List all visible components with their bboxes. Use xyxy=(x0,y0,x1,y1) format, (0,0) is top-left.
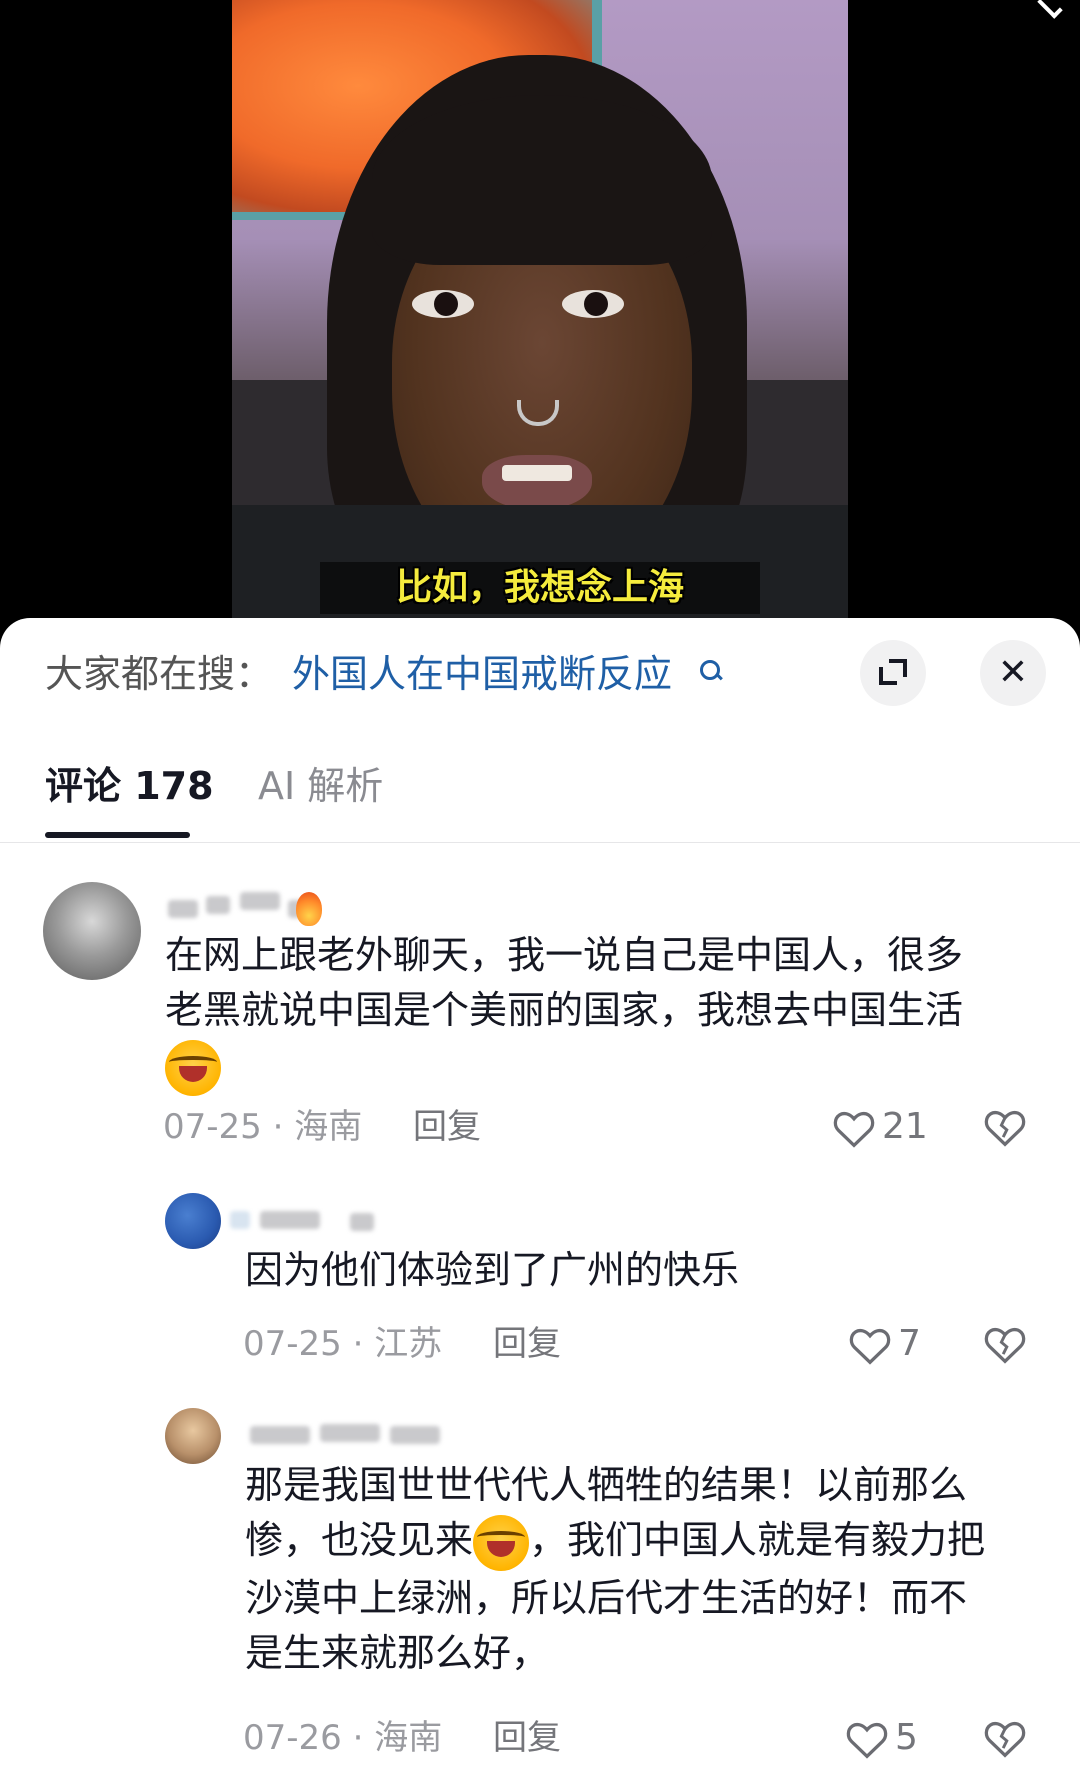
like-count: 21 xyxy=(882,1106,928,1147)
video-subtitle: 比如，我想念上海 xyxy=(395,567,684,608)
expand-icon xyxy=(879,659,907,687)
meta-separator: · xyxy=(272,1107,295,1147)
fire-icon xyxy=(296,892,322,926)
reply-button[interactable]: 回复 xyxy=(493,1324,561,1364)
comment-tabs: 评论 178 AI 解析 xyxy=(0,748,1080,843)
comment-text: 因为他们体验到了广州的快乐 xyxy=(245,1243,1045,1298)
trending-search-prefix: 大家都在搜： xyxy=(45,652,274,696)
avatar[interactable] xyxy=(165,1408,221,1464)
like-button[interactable]: 5 xyxy=(845,1714,935,1762)
avatar[interactable] xyxy=(43,882,141,980)
comment-line: 老黑就说中国是个美丽的国家，我想去中国生活 xyxy=(165,988,964,1032)
comment-line: 那是我国世世代代人牺牲的结果！以前那么 xyxy=(245,1463,968,1507)
comments-panel: 大家都在搜： 外国人在中国戒断反应 ✕ 评论 178 AI 解析 在网上跟老外聊… xyxy=(0,618,1080,1785)
meta-separator: · xyxy=(352,1324,375,1364)
broken-heart-icon[interactable] xyxy=(983,1108,1027,1148)
like-button[interactable]: 21 xyxy=(832,1103,942,1151)
broken-heart-icon[interactable] xyxy=(983,1325,1027,1365)
reply-button[interactable]: 回复 xyxy=(493,1718,561,1758)
comment-line: 因为他们体验到了广州的快乐 xyxy=(245,1248,740,1292)
person-eye-left xyxy=(412,290,474,318)
comment-meta: 07-25 · 江苏 回复 xyxy=(243,1320,561,1368)
comment-date: 07-26 xyxy=(243,1718,342,1758)
comment-location: 江苏 xyxy=(374,1324,443,1364)
heart-outline-icon xyxy=(833,1111,875,1148)
comment-date: 07-25 xyxy=(163,1107,262,1147)
avatar[interactable] xyxy=(165,1193,221,1249)
person-bangs xyxy=(372,95,712,265)
tab-comments[interactable]: 评论 178 xyxy=(45,758,214,814)
comment-location: 海南 xyxy=(294,1107,363,1147)
trending-search-row: 大家都在搜： 外国人在中国戒断反应 ✕ xyxy=(0,618,1080,730)
person-eye-right xyxy=(562,290,624,318)
comment-location: 海南 xyxy=(374,1718,443,1758)
expand-button[interactable] xyxy=(860,640,926,706)
comment-line-emoji xyxy=(165,1038,1045,1096)
comment-line-part: ，我们中国人就是有毅力把 xyxy=(529,1518,986,1562)
close-icon: ✕ xyxy=(997,652,1029,693)
comment-item-reply: 那是我国世世代代人牺牲的结果！以前那么 惨，也没见来 ，我们中国人就是有毅力把 沙… xyxy=(0,1408,1080,1778)
search-icon[interactable] xyxy=(700,660,720,680)
comment-item: 在网上跟老外聊天，我一说自己是中国人，很多 老黑就说中国是个美丽的国家，我想去中… xyxy=(0,868,1080,1158)
meta-separator: · xyxy=(352,1718,375,1758)
comment-line: 是生来就那么好， xyxy=(245,1630,550,1675)
laughing-crying-emoji-icon xyxy=(165,1039,221,1096)
comment-line: 在网上跟老外聊天，我一说自己是中国人，很多 xyxy=(165,933,964,977)
laughing-crying-emoji-icon xyxy=(473,1514,530,1571)
like-count: 5 xyxy=(895,1717,918,1758)
username-blurred[interactable] xyxy=(230,1420,460,1450)
heart-outline-icon xyxy=(849,1328,891,1365)
active-tab-indicator xyxy=(45,832,190,838)
comment-line: 惨，也没见来 ，我们中国人就是有毅力把 xyxy=(245,1513,1065,1571)
comment-text: 在网上跟老外聊天，我一说自己是中国人，很多 老黑就说中国是个美丽的国家，我想去中… xyxy=(165,928,1045,1096)
video-player[interactable]: 比如，我想念上海 xyxy=(0,0,1080,630)
comment-date: 07-25 xyxy=(243,1324,342,1364)
comment-line-part: 惨，也没见来 xyxy=(245,1518,474,1562)
comment-item-reply: 因为他们体验到了广州的快乐 07-25 · 江苏 回复 7 xyxy=(0,1193,1080,1393)
heart-outline-icon xyxy=(846,1722,888,1759)
broken-heart-icon[interactable] xyxy=(983,1719,1027,1759)
like-button[interactable]: 7 xyxy=(848,1320,938,1368)
chevron-down-icon[interactable] xyxy=(1037,0,1063,19)
tab-ai-analysis[interactable]: AI 解析 xyxy=(258,758,383,814)
like-count: 7 xyxy=(898,1323,921,1364)
trending-search-link[interactable]: 外国人在中国戒断反应 xyxy=(292,648,672,700)
reply-button[interactable]: 回复 xyxy=(413,1107,481,1147)
close-button[interactable]: ✕ xyxy=(980,640,1046,706)
comment-text: 那是我国世世代代人牺牲的结果！以前那么 惨，也没见来 ，我们中国人就是有毅力把 沙… xyxy=(245,1458,1065,1681)
comment-meta: 07-26 · 海南 回复 xyxy=(243,1714,561,1762)
person-mouth xyxy=(482,455,592,510)
comment-meta: 07-25 · 海南 回复 xyxy=(163,1103,481,1151)
comment-line: 沙漠中上绿洲，所以后代才生活的好！而不 xyxy=(245,1575,968,1620)
username-blurred[interactable] xyxy=(230,1205,390,1235)
video-frame xyxy=(232,0,848,630)
